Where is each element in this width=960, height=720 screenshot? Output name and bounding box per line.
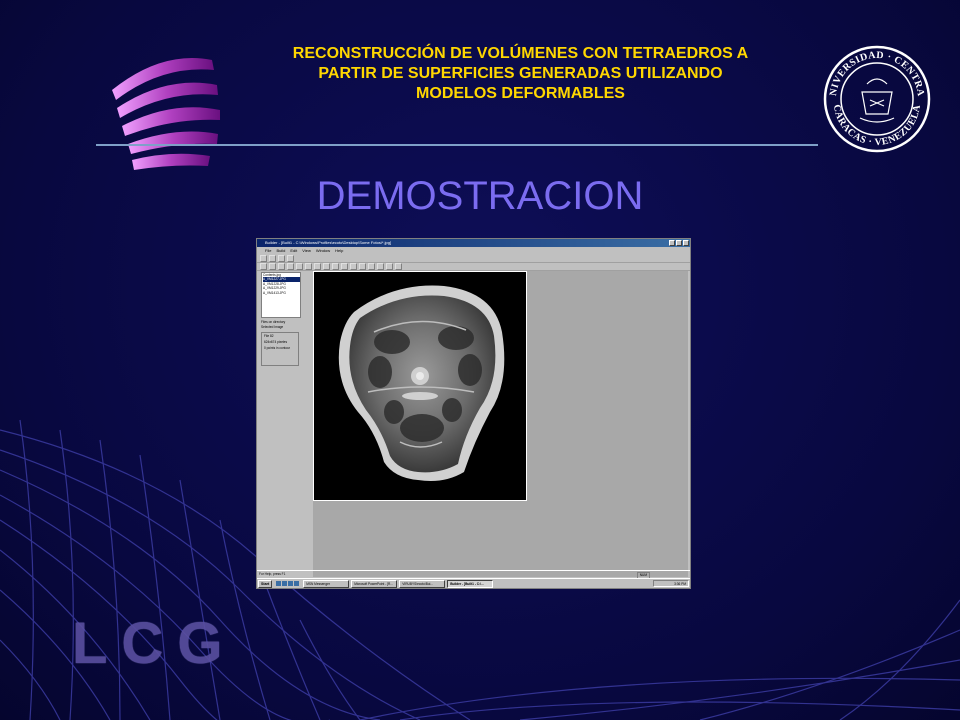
open-icon[interactable] [269,254,276,262]
title-line-2: PARTIR DE SUPERFICIES GENERADAS UTILIZAN… [318,65,723,82]
builder-app-window: Builder - [Built1 - C:\Windows\Profiles\… [256,238,691,589]
university-seal: UNIVERSIDAD · CENTRAL CARACAS · VENEZUEL… [822,44,931,153]
taskbar-task-active[interactable]: Builder - [Built1 - C:\... [447,579,494,588]
save-icon[interactable] [278,254,285,262]
slide-subtitle: DEMOSTRACION [316,174,644,218]
toolbar-tools [257,262,690,271]
app-window-title: Builder - [Built1 - C:\Windows\Profiles\… [265,240,392,245]
tool-icon[interactable] [395,262,402,270]
seal-top-text: UNIVERSIDAD · CENTRAL [822,44,926,97]
tool-icon[interactable] [350,262,357,270]
tool-icon[interactable] [323,262,330,270]
image-view[interactable] [313,271,527,501]
tool-icon[interactable] [368,262,375,270]
info-points: 0 points in contour [264,346,291,350]
close-button[interactable] [683,240,689,246]
app-menubar: File Build Edit View Window Help [257,247,690,254]
tool-icon[interactable] [341,262,348,270]
title-line-1: RECONSTRUCCIÓN DE VOLÚMENES CON TETRAEDR… [292,45,749,62]
windows-taskbar: Start MSN Messenger Microsoft PowerPoint… [257,578,690,588]
quick-launch-icon[interactable] [276,581,282,586]
help-icon[interactable] [287,254,294,262]
quick-launch [276,581,300,586]
taskbar-task[interactable]: Microsoft PowerPoint - [R... [351,579,398,588]
start-button[interactable]: Start [258,579,273,588]
tool-icon[interactable] [386,262,393,270]
menu-view[interactable]: View [302,247,311,254]
maximize-button[interactable] [676,240,682,246]
file-list-item[interactable]: A_VM1413.JPG [263,291,300,295]
taskbar-clock: 3:36 PM [653,580,689,587]
file-pane: Contents.jpg A_VM1227.JPG A_VM1228.JPG A… [258,271,312,577]
header-rule [96,144,818,146]
quick-launch-icon[interactable] [282,581,288,586]
tool-icon[interactable] [296,262,303,270]
tool-icon[interactable] [332,262,339,270]
app-titlebar: Builder - [Built1 - C:\Windows\Profiles\… [257,239,690,247]
file-list: Contents.jpg A_VM1227.JPG A_VM1228.JPG A… [261,272,301,318]
tool-icon[interactable] [359,262,366,270]
quick-launch-icon[interactable] [294,581,300,586]
menu-build[interactable]: Build [276,247,285,254]
tool-icon[interactable] [287,262,294,270]
files-label: Files on directory [261,320,286,324]
menu-file[interactable]: File [265,247,271,254]
slide-title: RECONSTRUCCIÓN DE VOLÚMENES CON TETRAEDR… [248,44,793,104]
menu-edit[interactable]: Edit [290,247,297,254]
quick-launch-icon[interactable] [288,581,294,586]
selected-image-label: Selected Image [261,325,284,329]
menu-help[interactable]: Help [335,247,343,254]
tool-icon[interactable] [269,262,276,270]
mri-slice-image [338,285,505,481]
tool-icon[interactable] [278,262,285,270]
lcg-footer-logo: LCG [72,611,237,676]
taskbar-task[interactable]: MSN Messenger [303,579,350,588]
status-bar: For Help, press F1 NUM [257,570,690,579]
workspace-background-lower [313,501,527,577]
new-icon[interactable] [260,254,267,262]
tool-icon[interactable] [305,262,312,270]
menu-window[interactable]: Window [316,247,330,254]
workspace-background [527,271,688,577]
tool-icon[interactable] [314,262,321,270]
status-help-text: For Help, press F1 [259,572,286,576]
tool-icon[interactable] [260,262,267,270]
title-line-3: MODELOS DEFORMABLES [416,85,625,102]
taskbar-task[interactable]: VIRUBYS\ecoto\Bui... [399,579,446,588]
spiral-logo [112,58,220,170]
svg-text:UNIVERSIDAD · CENTRAL: UNIVERSIDAD · CENTRAL [822,44,926,97]
image-info-box: File 82 624x674 pixeles 0 points in cont… [261,332,299,366]
tool-icon[interactable] [377,262,384,270]
minimize-button[interactable] [669,240,675,246]
